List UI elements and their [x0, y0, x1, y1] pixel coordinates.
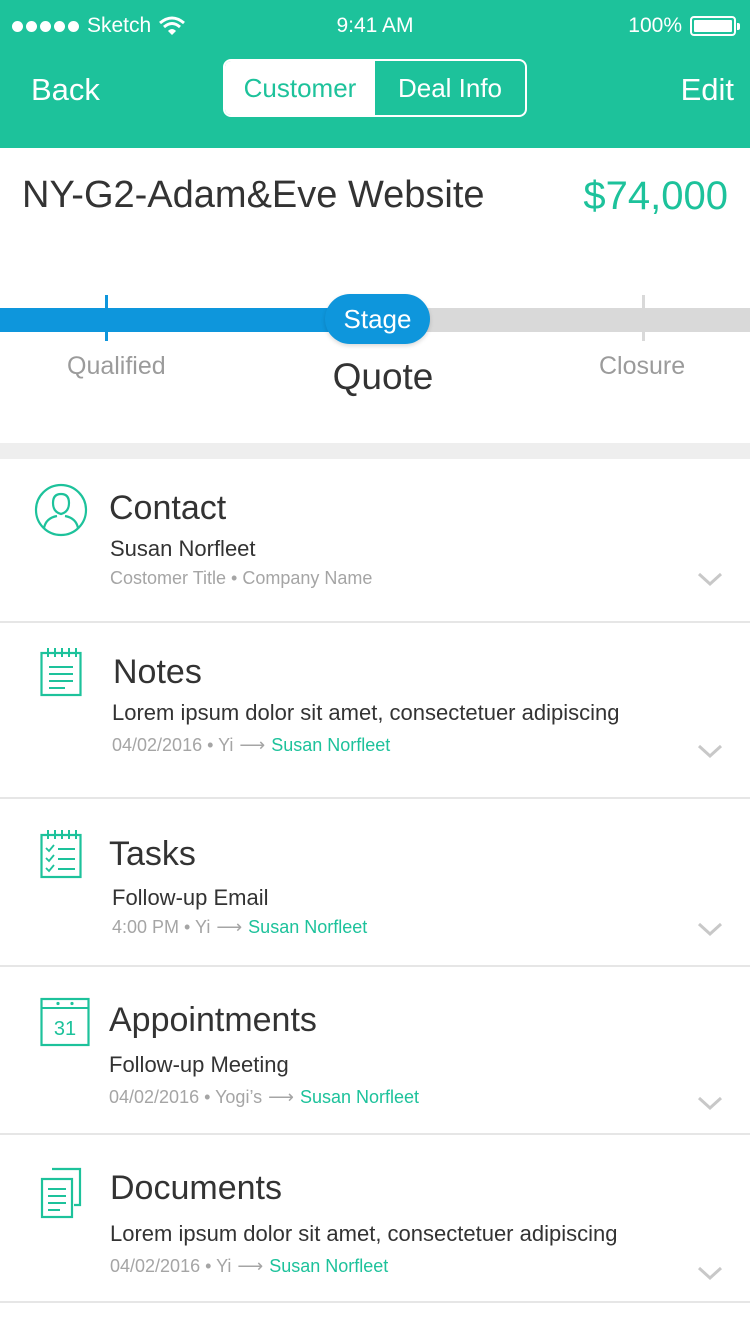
status-bar: Sketch 9:41 AM 100%	[0, 0, 750, 54]
tasks-recipient[interactable]: Susan Norfleet	[248, 917, 367, 937]
chevron-down-icon[interactable]	[697, 919, 723, 939]
battery-status: 100%	[628, 14, 740, 38]
documents-icon	[40, 1167, 82, 1219]
appointments-section[interactable]: 31 Appointments Follow-up Meeting 04/02/…	[0, 967, 750, 1135]
appointments-recipient[interactable]: Susan Norfleet	[300, 1087, 419, 1107]
contact-subtitle: Costomer Title • Company Name	[110, 568, 373, 588]
documents-date-author: 04/02/2016 • Yi	[110, 1256, 232, 1276]
chevron-down-icon[interactable]	[697, 1263, 723, 1283]
documents-recipient[interactable]: Susan Norfleet	[269, 1256, 388, 1276]
contact-section[interactable]: Contact Susan Norfleet Costomer Title • …	[0, 459, 750, 623]
arrow-right-icon: ⟶	[216, 917, 243, 937]
deal-amount: $74,000	[583, 174, 728, 218]
back-button[interactable]: Back	[31, 72, 100, 108]
appointments-meta: 04/02/2016 • Yogi’s ⟶ Susan Norfleet	[109, 1087, 419, 1108]
notes-meta: 04/02/2016 • Yi ⟶ Susan Norfleet	[112, 735, 390, 756]
arrow-right-icon: ⟶	[237, 1256, 264, 1276]
calendar-icon: 31	[40, 997, 90, 1047]
tasks-section[interactable]: Tasks Follow-up Email 4:00 PM • Yi ⟶ Susan…	[0, 799, 750, 967]
notes-title: Notes	[113, 653, 202, 691]
tasks-time-author: 4:00 PM • Yi	[112, 917, 211, 937]
calendar-day: 31	[54, 1018, 76, 1040]
tab-customer[interactable]: Customer	[225, 61, 375, 115]
tasks-title: Tasks	[109, 835, 196, 873]
notes-date-author: 04/02/2016 • Yi	[112, 735, 234, 755]
chevron-down-icon[interactable]	[697, 1093, 723, 1113]
checklist-icon	[40, 830, 82, 879]
stage-badge[interactable]: Stage	[325, 294, 430, 344]
section-divider	[0, 443, 750, 459]
notes-preview: Lorem ipsum dolor sit amet, consectetuer…	[112, 700, 620, 725]
stage-tick-qualified	[105, 295, 108, 341]
documents-meta: 04/02/2016 • Yi ⟶ Susan Norfleet	[110, 1256, 388, 1277]
appointments-preview: Follow-up Meeting	[109, 1052, 289, 1077]
tasks-preview: Follow-up Email	[112, 885, 269, 910]
arrow-right-icon: ⟶	[268, 1087, 294, 1107]
person-icon	[34, 483, 88, 537]
edit-button[interactable]: Edit	[681, 72, 734, 108]
documents-title: Documents	[110, 1169, 282, 1207]
app-header: Sketch 9:41 AM 100% Back Customer Deal I…	[0, 0, 750, 148]
appointments-title: Appointments	[109, 1001, 317, 1039]
notes-recipient[interactable]: Susan Norfleet	[271, 735, 390, 755]
battery-percent: 100%	[628, 14, 682, 37]
arrow-right-icon: ⟶	[239, 735, 266, 755]
contact-title: Contact	[109, 489, 227, 527]
documents-section[interactable]: Documents Lorem ipsum dolor sit amet, co…	[0, 1135, 750, 1303]
stage-current: Quote	[332, 356, 434, 397]
stage-tick-closure	[642, 295, 645, 341]
tab-deal-info[interactable]: Deal Info	[375, 61, 525, 115]
segmented-control: Customer Deal Info	[223, 59, 527, 117]
documents-preview: Lorem ipsum dolor sit amet, consectetuer…	[110, 1221, 618, 1246]
chevron-down-icon[interactable]	[697, 569, 723, 589]
notepad-icon	[40, 648, 82, 697]
notes-section[interactable]: Notes Lorem ipsum dolor sit amet, consec…	[0, 623, 750, 799]
contact-name: Susan Norfleet	[110, 536, 256, 561]
chevron-down-icon[interactable]	[697, 741, 723, 761]
battery-icon	[690, 16, 740, 36]
appointments-date-author: 04/02/2016 • Yogi’s	[109, 1087, 263, 1107]
tasks-meta: 4:00 PM • Yi ⟶ Susan Norfleet	[112, 917, 367, 938]
deal-title: NY-G2-Adam&Eve Website	[22, 174, 485, 216]
